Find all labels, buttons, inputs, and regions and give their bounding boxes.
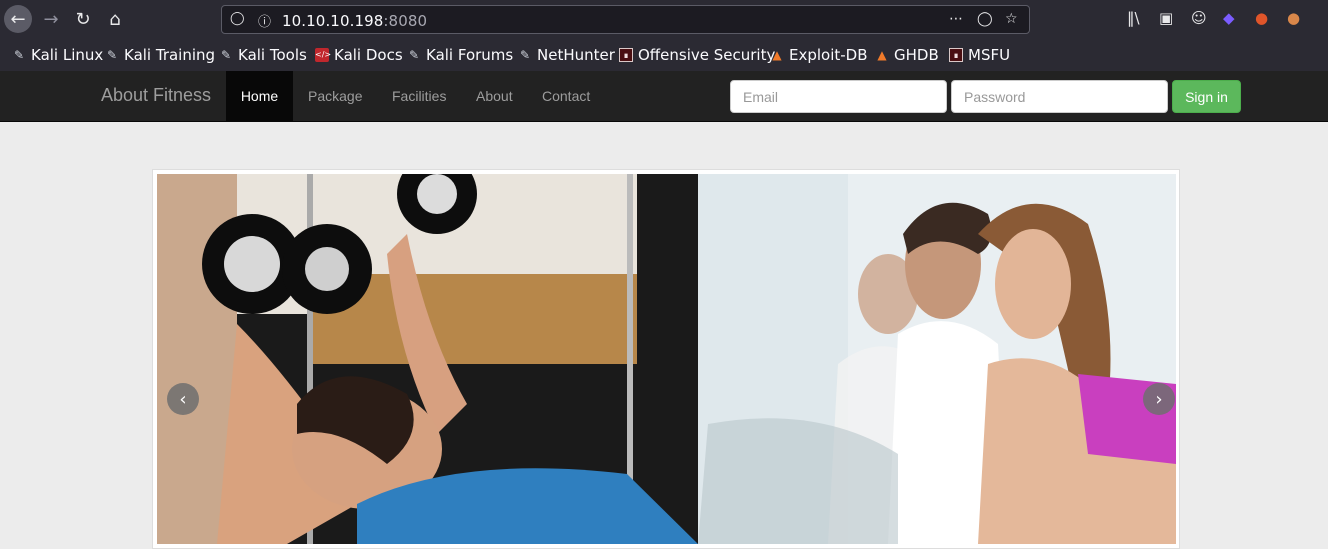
browser-chrome: ← → ↻ ⌂ ◯ ⓘ 10.10.10.198:8080 ⋯ ◯ ☆ ‖\ ▣… bbox=[0, 0, 1328, 71]
bookmark-label: Kali Training bbox=[124, 46, 216, 64]
nav-item-facilities[interactable]: Facilities bbox=[392, 71, 446, 121]
bookmark-label: Kali Tools bbox=[238, 46, 307, 64]
nethunter-icon: ✎ bbox=[519, 48, 531, 62]
extension-icon[interactable]: ◆ bbox=[1223, 9, 1235, 27]
nav-item-home[interactable]: Home bbox=[226, 71, 293, 121]
kali-dragon-icon: ✎ bbox=[408, 48, 420, 62]
dumbbell-workout-photo bbox=[157, 174, 698, 544]
carousel-image-dumbbell-workout bbox=[157, 174, 698, 544]
pocket-icon[interactable]: ◯ bbox=[977, 11, 993, 27]
offsec-icon: ∎ bbox=[619, 48, 633, 62]
home-icon[interactable]: ⌂ bbox=[101, 5, 129, 33]
bookmark-label: Kali Forums bbox=[426, 46, 514, 64]
url-port: :8080 bbox=[383, 12, 428, 30]
page-actions-icon[interactable]: ⋯ bbox=[949, 11, 963, 27]
bookmark-exploit-db[interactable]: ▲ Exploit-DB bbox=[770, 45, 868, 65]
bookmark-msfu[interactable]: ∎ MSFU bbox=[949, 45, 1010, 65]
back-arrow-icon[interactable]: ← bbox=[4, 5, 32, 33]
browser-toolbar: ← → ↻ ⌂ ◯ ⓘ 10.10.10.198:8080 ⋯ ◯ ☆ ‖\ ▣… bbox=[0, 0, 1328, 38]
bookmark-kali-tools[interactable]: ✎ Kali Tools bbox=[219, 45, 307, 65]
sidebar-icon[interactable]: ▣ bbox=[1159, 9, 1173, 27]
chevron-left-icon: ‹ bbox=[179, 388, 187, 410]
brand-link[interactable]: About Fitness bbox=[101, 85, 211, 106]
address-bar[interactable]: ◯ ⓘ 10.10.10.198:8080 ⋯ ◯ ☆ bbox=[221, 5, 1030, 34]
bookmark-label: Offensive Security bbox=[638, 46, 776, 64]
kali-dragon-icon: ✎ bbox=[220, 48, 232, 62]
reload-icon[interactable]: ↻ bbox=[69, 5, 97, 33]
url-host: 10.10.10.198 bbox=[282, 12, 384, 30]
offsec-icon: ∎ bbox=[949, 48, 963, 62]
bookmark-kali-training[interactable]: ✎ Kali Training bbox=[105, 45, 215, 65]
carousel-image-spin-class bbox=[698, 174, 1176, 544]
bookmark-label: Kali Docs bbox=[334, 46, 403, 64]
bookmark-kali-linux[interactable]: ✎ Kali Linux bbox=[12, 45, 103, 65]
bookmark-kali-forums[interactable]: ✎ Kali Forums bbox=[407, 45, 513, 65]
bookmark-star-icon[interactable]: ☆ bbox=[1005, 11, 1018, 27]
tracking-shield-icon[interactable]: ◯ bbox=[230, 11, 245, 26]
library-icon[interactable]: ‖\ bbox=[1127, 9, 1140, 27]
kali-dragon-icon: ✎ bbox=[106, 48, 118, 62]
bookmark-label: MSFU bbox=[968, 46, 1011, 64]
foxyproxy-icon[interactable]: ● bbox=[1255, 9, 1268, 27]
nav-item-package[interactable]: Package bbox=[308, 71, 362, 121]
bookmark-label: NetHunter bbox=[537, 46, 615, 64]
bookmarks-bar: ✎ Kali Linux ✎ Kali Training ✎ Kali Tool… bbox=[0, 42, 1328, 68]
site-info-icon[interactable]: ⓘ bbox=[258, 11, 271, 30]
bookmark-kali-docs[interactable]: </> Kali Docs bbox=[315, 45, 403, 65]
exploit-db-icon: ▲ bbox=[877, 48, 887, 62]
cookie-extension-icon[interactable]: ● bbox=[1287, 9, 1300, 27]
bookmark-label: GHDB bbox=[894, 46, 939, 64]
bookmark-offensive-security[interactable]: ∎ Offensive Security bbox=[619, 45, 775, 65]
sign-in-button[interactable]: Sign in bbox=[1172, 80, 1241, 113]
site-navbar: About Fitness Home Package Facilities Ab… bbox=[0, 71, 1328, 122]
image-carousel: ‹ › bbox=[152, 169, 1180, 549]
url-text[interactable]: 10.10.10.198:8080 bbox=[282, 12, 427, 30]
bookmark-nethunter[interactable]: ✎ NetHunter bbox=[518, 45, 615, 65]
carousel-next-button[interactable]: › bbox=[1143, 383, 1175, 415]
kali-docs-icon: </> bbox=[315, 48, 331, 62]
email-field[interactable] bbox=[730, 80, 947, 113]
kali-dragon-icon: ✎ bbox=[13, 48, 25, 62]
bookmark-ghdb[interactable]: ▲ GHDB bbox=[875, 45, 939, 65]
nav-item-contact[interactable]: Contact bbox=[542, 71, 590, 121]
bookmark-label: Exploit-DB bbox=[789, 46, 868, 64]
account-icon[interactable]: ☺ bbox=[1191, 9, 1207, 27]
carousel-prev-button[interactable]: ‹ bbox=[167, 383, 199, 415]
forward-arrow-icon[interactable]: → bbox=[37, 5, 65, 33]
exploit-db-icon: ▲ bbox=[772, 48, 782, 62]
password-field[interactable] bbox=[951, 80, 1168, 113]
spin-class-photo bbox=[698, 174, 1176, 544]
chevron-right-icon: › bbox=[1155, 388, 1163, 410]
nav-item-about[interactable]: About bbox=[476, 71, 513, 121]
bookmark-label: Kali Linux bbox=[31, 46, 104, 64]
